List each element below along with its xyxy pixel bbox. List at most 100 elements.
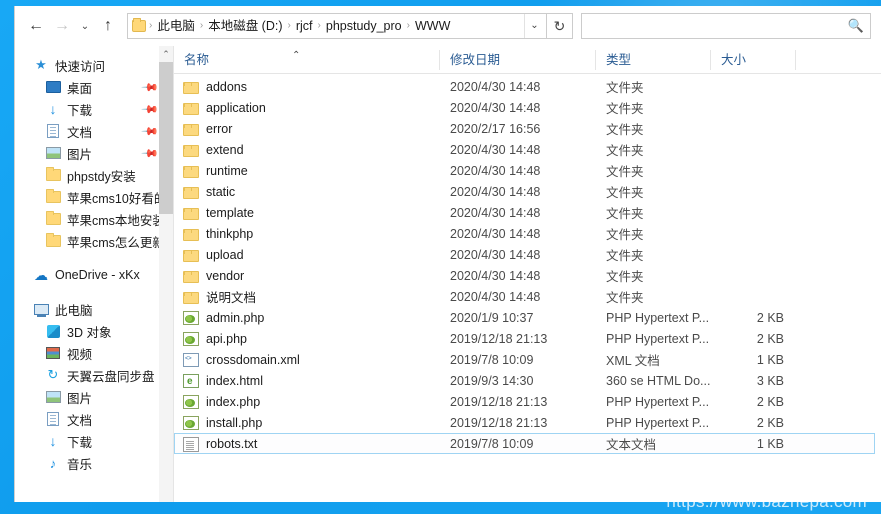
column-header-row: 名称 ⌃ 修改日期 类型 大小 bbox=[174, 46, 881, 74]
sidebar-item-icon bbox=[45, 389, 61, 405]
cell-type: 文件夹 bbox=[606, 228, 644, 242]
table-row[interactable]: template 2020/4/30 14:48 文件夹 bbox=[174, 202, 875, 223]
column-header-size[interactable]: 大小 bbox=[710, 49, 795, 70]
folder-icon bbox=[183, 270, 199, 283]
sidebar-item-this-pc-0[interactable]: 此电脑 bbox=[15, 298, 173, 320]
desktop-icon bbox=[45, 81, 61, 93]
sidebar-item-quick-access-7[interactable]: 苹果cms本地安装 bbox=[15, 208, 173, 230]
cell-type: 文件夹 bbox=[606, 102, 644, 116]
forward-button[interactable]: → bbox=[49, 11, 75, 41]
sidebar-item-onedrive-0[interactable]: ☁ OneDrive - xKx bbox=[15, 264, 173, 286]
file-name-label: addons bbox=[206, 79, 248, 94]
sidebar-item-icon bbox=[45, 167, 61, 183]
sidebar-item-label: 此电脑 bbox=[55, 303, 93, 318]
star-icon: ★ bbox=[35, 57, 47, 72]
sidebar-item-label: 快速访问 bbox=[55, 59, 106, 74]
back-button[interactable]: ← bbox=[23, 11, 49, 41]
file-name-label: static bbox=[206, 184, 236, 199]
sidebar-item-quick-access-3[interactable]: 文档 📌 bbox=[15, 120, 173, 142]
cell-date: 2019/7/8 10:09 bbox=[450, 436, 534, 451]
table-row[interactable]: crossdomain.xml 2019/7/8 10:09 XML 文档 1 KB bbox=[174, 349, 875, 370]
sidebar-item-icon: ♪ bbox=[45, 455, 61, 471]
address-bar[interactable]: › 此电脑 › 本地磁盘 (D:) › rjcf › phpstudy_pro … bbox=[127, 13, 547, 39]
cell-date: 2020/4/30 14:48 bbox=[450, 226, 541, 241]
column-header-name[interactable]: 名称 ⌃ bbox=[174, 50, 439, 70]
php-icon bbox=[183, 332, 199, 346]
cell-type: 文件夹 bbox=[606, 186, 644, 200]
folder-icon bbox=[183, 123, 199, 136]
navigation-scrollbar[interactable]: ⌃ bbox=[159, 46, 173, 502]
table-row[interactable]: upload 2020/4/30 14:48 文件夹 bbox=[174, 244, 875, 265]
sidebar-item-icon: ☁ bbox=[33, 267, 49, 283]
cell-date: 2020/2/17 16:56 bbox=[450, 121, 541, 136]
folder-icon bbox=[183, 249, 199, 262]
cell-type: 文件夹 bbox=[606, 291, 644, 305]
column-header-type[interactable]: 类型 bbox=[595, 49, 710, 70]
sidebar-item-this-pc-3[interactable]: ↻ 天翼云盘同步盘 bbox=[15, 364, 173, 386]
sidebar-item-this-pc-1[interactable]: 3D 对象 bbox=[15, 320, 173, 342]
breadcrumb-item-4[interactable]: WWW bbox=[411, 14, 454, 38]
table-row[interactable]: robots.txt 2019/7/8 10:09 文本文档 1 KB bbox=[174, 433, 875, 454]
cell-name: addons bbox=[175, 80, 440, 94]
recent-locations-button[interactable]: ⌄ bbox=[75, 11, 95, 41]
table-row[interactable]: index.php 2019/12/18 21:13 PHP Hypertext P… bbox=[174, 391, 875, 412]
pin-icon[interactable]: 📌 bbox=[141, 100, 160, 118]
file-name-label: error bbox=[206, 121, 233, 136]
cell-type: 文件夹 bbox=[606, 144, 644, 158]
cell-type: 360 se HTML Do... bbox=[606, 373, 711, 388]
chevron-down-icon[interactable]: ⌄ bbox=[524, 14, 544, 38]
table-row[interactable]: static 2020/4/30 14:48 文件夹 bbox=[174, 181, 875, 202]
sidebar-item-label: 桌面 bbox=[67, 81, 93, 96]
cell-type: PHP Hypertext P... bbox=[606, 331, 710, 346]
table-row[interactable]: addons 2020/4/30 14:48 文件夹 bbox=[174, 76, 875, 97]
sidebar-item-quick-access-5[interactable]: phpstdy安装 bbox=[15, 164, 173, 186]
scroll-up-icon[interactable]: ⌃ bbox=[159, 46, 173, 62]
sidebar-item-quick-access-6[interactable]: 苹果cms10好看的 bbox=[15, 186, 173, 208]
explorer-body: ★ 快速访问 桌面 📌 ↓ 下载 📌 文档 📌 图片 📌 phpstdy安装 苹果cms10好看的 苹果c… bbox=[15, 46, 881, 502]
up-button[interactable]: ↑ bbox=[95, 11, 121, 41]
pin-icon[interactable]: 📌 bbox=[141, 144, 160, 162]
php-icon bbox=[183, 311, 199, 325]
pin-icon[interactable]: 📌 bbox=[141, 122, 160, 140]
breadcrumb-item-1[interactable]: 本地磁盘 (D:) bbox=[204, 14, 286, 38]
table-row[interactable]: install.php 2019/12/18 21:13 PHP Hypertext… bbox=[174, 412, 875, 433]
refresh-button[interactable]: ↻ bbox=[547, 13, 573, 39]
table-row[interactable]: 说明文档 2020/4/30 14:48 文件夹 bbox=[174, 286, 875, 307]
column-header-date[interactable]: 修改日期 bbox=[439, 49, 595, 70]
table-row[interactable]: vendor 2020/4/30 14:48 文件夹 bbox=[174, 265, 875, 286]
breadcrumb-item-0[interactable]: 此电脑 bbox=[153, 14, 199, 38]
table-row[interactable]: api.php 2019/12/18 21:13 PHP Hypertext P..… bbox=[174, 328, 875, 349]
sidebar-item-label: 苹果cms怎么更新 bbox=[67, 235, 165, 250]
table-row[interactable]: error 2020/2/17 16:56 文件夹 bbox=[174, 118, 875, 139]
breadcrumb-item-2[interactable]: rjcf bbox=[292, 14, 317, 38]
sidebar-item-this-pc-5[interactable]: 文档 bbox=[15, 408, 173, 430]
search-box[interactable]: 🔍 bbox=[581, 13, 871, 39]
breadcrumb-item-3[interactable]: phpstudy_pro bbox=[322, 14, 406, 38]
scrollbar-thumb[interactable] bbox=[159, 62, 173, 214]
sidebar-item-icon bbox=[33, 301, 49, 317]
cell-date: 2020/4/30 14:48 bbox=[450, 247, 541, 262]
table-row[interactable]: index.html 2019/9/3 14:30 360 se HTML Do..… bbox=[174, 370, 875, 391]
pin-icon[interactable]: 📌 bbox=[141, 78, 160, 96]
sidebar-item-quick-access-2[interactable]: ↓ 下载 📌 bbox=[15, 98, 173, 120]
cell-type: 文件夹 bbox=[606, 165, 644, 179]
sidebar-item-this-pc-2[interactable]: 视频 bbox=[15, 342, 173, 364]
sidebar-item-this-pc-7[interactable]: ♪ 音乐 bbox=[15, 452, 173, 474]
table-row[interactable]: application 2020/4/30 14:48 文件夹 bbox=[174, 97, 875, 118]
table-row[interactable]: extend 2020/4/30 14:48 文件夹 bbox=[174, 139, 875, 160]
search-input[interactable] bbox=[588, 19, 848, 33]
sidebar-item-this-pc-6[interactable]: ↓ 下载 bbox=[15, 430, 173, 452]
sidebar-item-this-pc-4[interactable]: 图片 bbox=[15, 386, 173, 408]
table-row[interactable]: thinkphp 2020/4/30 14:48 文件夹 bbox=[174, 223, 875, 244]
navigation-list: ★ 快速访问 桌面 📌 ↓ 下载 📌 文档 📌 图片 📌 phpstdy安装 苹果cms10好看的 苹果c… bbox=[15, 46, 173, 474]
sidebar-item-quick-access-1[interactable]: 桌面 📌 bbox=[15, 76, 173, 98]
sidebar-item-quick-access-8[interactable]: 苹果cms怎么更新 bbox=[15, 230, 173, 252]
table-row[interactable]: admin.php 2020/1/9 10:37 PHP Hypertext P..… bbox=[174, 307, 875, 328]
file-name-label: index.html bbox=[206, 373, 263, 388]
cell-name: application bbox=[175, 101, 440, 115]
sidebar-item-quick-access-4[interactable]: 图片 📌 bbox=[15, 142, 173, 164]
txt-icon bbox=[183, 436, 199, 452]
nav-group-spacer bbox=[15, 252, 173, 264]
sidebar-item-quick-access-0[interactable]: ★ 快速访问 bbox=[15, 54, 173, 76]
table-row[interactable]: runtime 2020/4/30 14:48 文件夹 bbox=[174, 160, 875, 181]
